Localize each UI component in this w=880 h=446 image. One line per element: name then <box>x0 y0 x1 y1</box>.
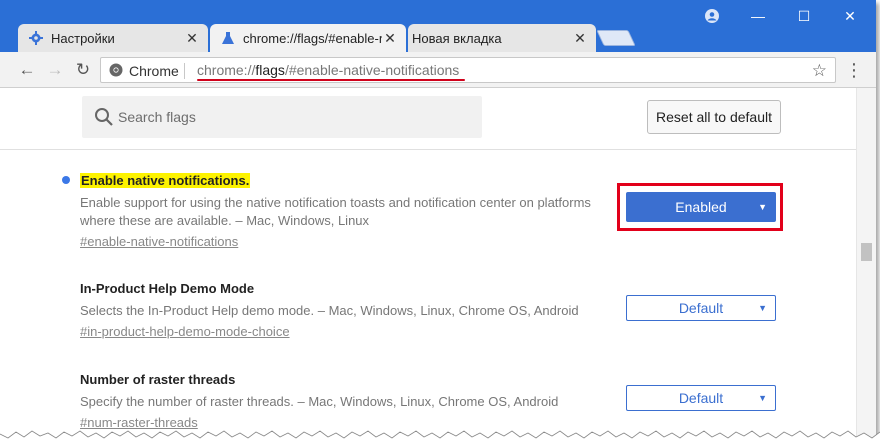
maximize-icon[interactable]: ☐ <box>790 6 818 26</box>
minimize-icon[interactable]: — <box>744 6 772 26</box>
close-icon[interactable]: ✕ <box>382 30 398 46</box>
reload-icon[interactable]: ↻ <box>74 61 92 79</box>
experiment-title: Number of raster threads <box>80 372 236 387</box>
browser-window: Настройки ✕ chrome://flags/#enable-n ✕ Н… <box>0 0 876 442</box>
select-value: Default <box>678 300 724 316</box>
tab-title: chrome://flags/#enable-n <box>243 30 382 46</box>
address-bar[interactable]: Chrome chrome://flags/#enable-native-not… <box>100 57 836 83</box>
search-box[interactable] <box>82 96 482 138</box>
flags-page: Reset all to default Enable native notif… <box>0 88 876 442</box>
annotation-underline <box>197 79 465 81</box>
experiment-description: Specify the number of raster threads. – … <box>80 394 559 409</box>
annotation-highlight-box <box>617 183 783 231</box>
dropdown-arrow-icon: ▼ <box>758 303 767 313</box>
gear-icon <box>28 30 44 46</box>
close-icon[interactable]: ✕ <box>572 30 588 46</box>
scrollbar[interactable] <box>856 88 876 442</box>
url-text[interactable]: chrome://flags/#enable-native-notificati… <box>197 62 459 78</box>
experiment-description: Enable support for using the native noti… <box>80 195 591 228</box>
tab-flags[interactable]: chrome://flags/#enable-n ✕ <box>210 24 406 52</box>
site-label: Chrome <box>129 63 179 79</box>
tab-settings[interactable]: Настройки ✕ <box>18 24 208 52</box>
search-icon <box>94 107 114 127</box>
experiment-select-default[interactable]: Default ▼ <box>626 295 776 321</box>
tab-title: Новая вкладка <box>412 30 502 46</box>
select-value: Default <box>678 390 724 406</box>
dropdown-arrow-icon: ▼ <box>758 393 767 403</box>
experiment-description: Selects the In-Product Help demo mode. –… <box>80 303 579 318</box>
back-arrow-icon[interactable]: ← <box>18 61 36 79</box>
url-host: flags <box>255 62 285 78</box>
url-scheme: chrome:// <box>197 62 256 78</box>
modified-indicator <box>62 176 70 184</box>
divider <box>184 63 185 79</box>
experiment-link[interactable]: #enable-native-notifications <box>80 234 238 249</box>
scrollbar-thumb[interactable] <box>861 243 872 261</box>
url-path: /#enable-native-notifications <box>284 62 460 78</box>
profile-icon[interactable] <box>698 6 726 26</box>
experiment-title: In-Product Help Demo Mode <box>80 281 255 296</box>
tab-title: Настройки <box>51 30 115 46</box>
toolbar: ← → ↻ Chrome chrome://flags/#enable-nati… <box>0 52 876 88</box>
experiment-select-default[interactable]: Default ▼ <box>626 385 776 411</box>
tab-new-tab[interactable]: Новая вкладка ✕ <box>408 24 596 52</box>
reset-all-button[interactable]: Reset all to default <box>647 100 781 134</box>
chrome-icon <box>109 63 123 77</box>
experiment-title: Enable native notifications. <box>80 173 251 188</box>
menu-dots-icon[interactable]: ⋮ <box>845 61 863 79</box>
flask-icon <box>220 30 236 46</box>
tab-strip: Настройки ✕ chrome://flags/#enable-n ✕ Н… <box>0 0 876 52</box>
bookmark-star-icon[interactable]: ☆ <box>812 61 827 81</box>
search-input[interactable] <box>118 106 458 128</box>
experiment-link[interactable]: #in-product-help-demo-mode-choice <box>80 324 290 339</box>
close-icon[interactable]: ✕ <box>184 30 200 46</box>
window-close-icon[interactable]: ✕ <box>836 6 864 26</box>
flags-header: Reset all to default <box>0 88 856 150</box>
torn-edge <box>0 430 880 446</box>
forward-arrow-icon[interactable]: → <box>46 61 64 79</box>
new-tab-button[interactable] <box>596 30 636 46</box>
